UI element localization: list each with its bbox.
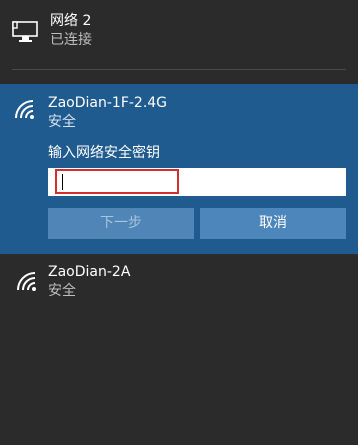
wifi-network-item[interactable]: ZaoDian-2A 安全	[0, 254, 358, 310]
next-button[interactable]: 下一步	[48, 208, 194, 239]
password-input[interactable]	[55, 169, 179, 194]
ethernet-connection-item[interactable]: 网络 2 已连接	[0, 0, 358, 66]
wifi-icon	[17, 272, 36, 291]
ethernet-name: 网络 2	[50, 13, 92, 29]
ethernet-status: 已连接	[50, 32, 92, 48]
ethernet-icon	[12, 21, 38, 42]
cancel-button[interactable]: 取消	[200, 208, 346, 239]
password-field-container	[48, 168, 346, 196]
network-flyout: 网络 2 已连接 ZaoDian-1F-2.4G 安全 输入网络安全密钥 下一步…	[0, 0, 358, 445]
wifi-icon	[15, 100, 34, 119]
network-name: ZaoDian-2A	[48, 264, 131, 280]
network-name: ZaoDian-1F-2.4G	[48, 95, 168, 111]
password-label: 输入网络安全密钥	[48, 145, 160, 161]
divider	[12, 69, 346, 70]
network-security-status: 安全	[48, 283, 76, 299]
text-caret	[62, 174, 63, 190]
wifi-network-item-selected[interactable]: ZaoDian-1F-2.4G 安全 输入网络安全密钥 下一步 取消	[0, 84, 358, 254]
network-security-status: 安全	[48, 114, 76, 130]
